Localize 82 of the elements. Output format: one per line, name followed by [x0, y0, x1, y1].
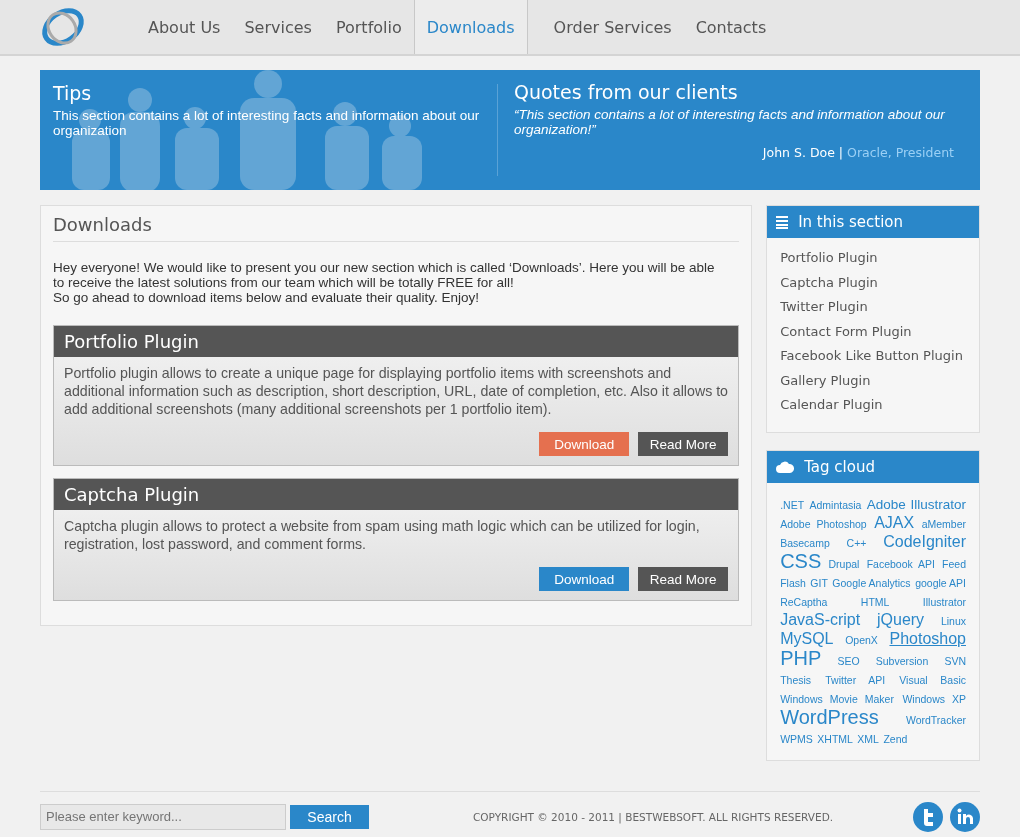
tag-link[interactable]: WordTracker — [905, 713, 966, 726]
tag-link[interactable]: WordPress — [780, 705, 879, 728]
tag-link[interactable]: C++ — [846, 536, 867, 549]
nav-tab[interactable]: Portfolio — [323, 0, 414, 54]
tag-link[interactable]: Feed — [942, 557, 966, 570]
copyright-text: COPYRIGHT © 2010 - 2011 | BESTWEBSOFT. ALL RIGHTS RESERVED. — [473, 810, 835, 823]
section-link[interactable]: Portfolio Plugin — [780, 246, 966, 271]
widget-title: Tag cloud — [804, 457, 875, 476]
tag-link[interactable]: SVN — [944, 654, 966, 667]
linkedin-icon[interactable] — [950, 801, 980, 832]
nav-tab[interactable]: Services — [232, 0, 324, 54]
quote-author: John S. Doe — [762, 145, 835, 160]
tag-link[interactable]: CSS — [780, 549, 822, 572]
tag-link[interactable]: .NET — [780, 498, 805, 511]
tag-link[interactable]: XML — [857, 732, 879, 745]
separator: | — [838, 145, 844, 160]
tips-text: This section contains a lot of interesting facts and information about our organization — [53, 108, 481, 138]
list-icon — [776, 215, 789, 229]
tag-link[interactable]: Google Analytics — [832, 576, 911, 589]
quotes-title: Quotes from our clients — [514, 81, 739, 103]
logo-icon[interactable] — [40, 5, 86, 49]
section-link[interactable]: Facebook Like Button Plugin — [780, 344, 966, 369]
search-field[interactable]: Please enter keyword... — [40, 803, 286, 830]
tag-link[interactable]: Adobe Photoshop — [780, 517, 867, 530]
author-company: Oracle, President — [847, 145, 954, 160]
widget-title: In this section — [798, 213, 904, 231]
page-title: Downloads — [53, 214, 740, 242]
section-link[interactable]: Gallery Plugin — [780, 368, 966, 393]
tag-link[interactable]: Windows XP — [902, 692, 966, 705]
plugin-title: Captcha Plugin — [54, 479, 739, 510]
tips-title: Tips — [53, 82, 93, 104]
tag-link[interactable]: jQuery — [877, 610, 925, 628]
tag-link[interactable]: PHP — [780, 646, 822, 669]
tag-link[interactable]: Subversion — [875, 654, 929, 667]
tag-link[interactable]: Linux — [940, 614, 966, 627]
plugin-description: Captcha plugin allows to protect a website from spam using math logic which can be utilized for login, registration, lost password, and comment forms. — [63, 517, 701, 553]
tag-link[interactable]: Facebook API — [866, 557, 935, 570]
tag-link[interactable]: CodeIgniter — [883, 532, 966, 550]
tag-link[interactable]: Thesis — [780, 673, 812, 686]
read-more-button[interactable]: Read More — [638, 432, 729, 456]
tag-link[interactable]: MySQL — [780, 629, 834, 647]
tag-link[interactable]: ReCaptha — [780, 595, 828, 608]
client-quote: “This section contains a lot of interesting facts and information about our organization!” — [514, 107, 946, 137]
intro-paragraph: So go ahead to download items below and evaluate their quality. Enjoy! — [53, 290, 481, 305]
nav-tab[interactable]: Downloads — [413, 0, 528, 54]
tag-link[interactable]: XHTML — [817, 732, 853, 745]
tag-link[interactable]: Admintasia — [809, 498, 862, 511]
tag-link[interactable]: Visual Basic — [899, 673, 966, 686]
tag-link[interactable]: Drupal — [828, 557, 860, 570]
intro-paragraph: Hey everyone! We would like to present you our new section which is called ‘Downloads’. Here you will be able to receive the latest solutions from our team which will be totally FREE for all! — [53, 260, 716, 290]
tag-link[interactable]: Zend — [883, 732, 908, 745]
tag-link[interactable]: WPMS — [780, 732, 813, 745]
tag-link[interactable]: Adobe Illustrator — [866, 496, 966, 512]
cloud-icon — [776, 460, 795, 473]
tag-link[interactable]: HTML — [860, 595, 890, 608]
tag-link[interactable]: aMember — [921, 517, 966, 530]
section-link[interactable]: Calendar Plugin — [780, 393, 966, 418]
tag-link[interactable]: Twitter API — [825, 673, 886, 686]
tag-link[interactable]: SEO — [837, 654, 860, 667]
download-button[interactable]: Download — [539, 567, 630, 591]
tag-link[interactable]: AJAX — [874, 513, 915, 531]
tag-link[interactable]: Photoshop — [889, 629, 966, 647]
twitter-icon[interactable] — [913, 801, 943, 832]
tag-link[interactable]: Basecamp — [780, 536, 830, 549]
tag-link[interactable]: JavaS-cript — [780, 610, 861, 628]
download-button[interactable]: Download — [539, 432, 630, 456]
tag-link[interactable]: google API — [915, 576, 966, 589]
nav-tab[interactable]: About Us — [136, 0, 233, 54]
tag-link[interactable]: GIT — [810, 576, 828, 589]
nav-tab[interactable]: Order Services — [541, 0, 684, 54]
read-more-button[interactable]: Read More — [638, 567, 729, 591]
tag-link[interactable]: Illustrator — [922, 595, 966, 608]
plugin-title: Portfolio Plugin — [54, 326, 739, 357]
plugin-description: Portfolio plugin allows to create a unique page for displaying portfolio items with screenshots and additional information such as description, short description, URL, date of completion, etc. Also it allows to add additional screenshots (many additional screenshots per 1 portfolio item). — [63, 364, 729, 418]
nav-tab[interactable]: Contacts — [683, 0, 779, 54]
tag-link[interactable]: Windows Movie Maker — [780, 692, 894, 705]
search-button[interactable]: Search — [290, 804, 369, 829]
section-link[interactable]: Captcha Plugin — [780, 270, 966, 295]
tag-link[interactable]: Flash — [780, 576, 806, 589]
section-link[interactable]: Contact Form Plugin — [780, 319, 966, 344]
section-link[interactable]: Twitter Plugin — [780, 295, 966, 320]
tag-link[interactable]: OpenX — [845, 633, 878, 646]
